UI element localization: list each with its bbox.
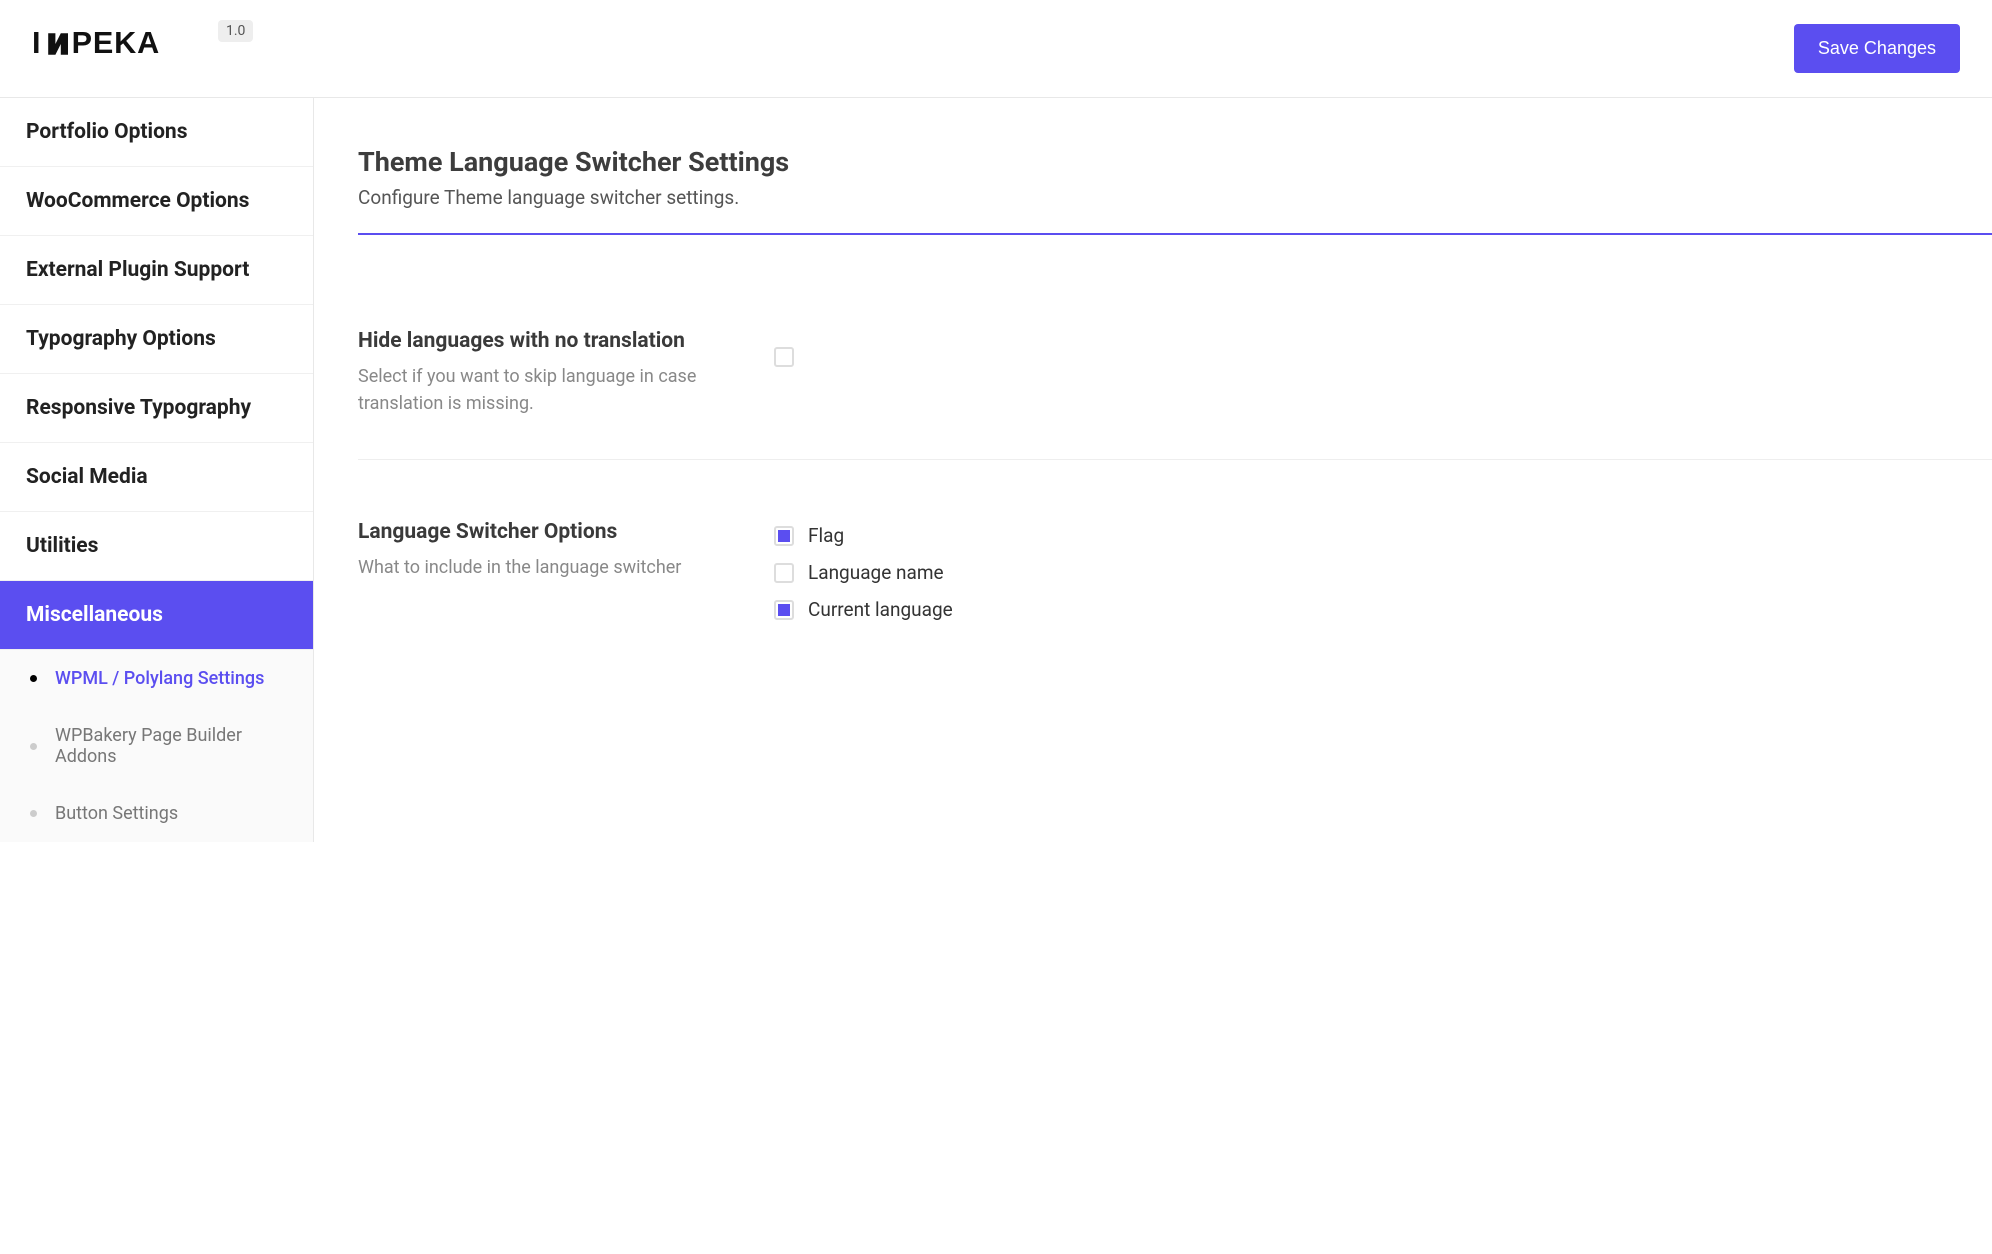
checkbox-row-language-name[interactable]: Language name — [774, 561, 1992, 584]
svg-text:PEKA: PEKA — [72, 26, 161, 60]
setting-left: Language Switcher Options What to includ… — [358, 520, 774, 621]
sidebar-item-woocommerce-options[interactable]: WooCommerce Options — [0, 167, 313, 236]
setting-left: Hide languages with no translation Selec… — [358, 329, 774, 417]
bullet-icon — [30, 743, 37, 750]
sidebar-sub-item-wpbakery[interactable]: WPBakery Page Builder Addons — [0, 707, 313, 785]
setting-label: Language Switcher Options — [358, 520, 734, 544]
sub-item-label: Button Settings — [55, 803, 178, 824]
sidebar-item-responsive-typography[interactable]: Responsive Typography — [0, 374, 313, 443]
sidebar-sub-items: WPML / Polylang Settings WPBakery Page B… — [0, 650, 313, 842]
sidebar-item-social-media[interactable]: Social Media — [0, 443, 313, 512]
checkbox-current-language[interactable] — [774, 600, 794, 620]
setting-right — [774, 329, 1992, 417]
checkbox-row-flag[interactable]: Flag — [774, 524, 1992, 547]
save-changes-button[interactable]: Save Changes — [1794, 24, 1960, 73]
setting-desc: Select if you want to skip language in c… — [358, 363, 734, 417]
checkbox-label: Current language — [808, 598, 953, 621]
checkbox-label: Language name — [808, 561, 944, 584]
checkbox-flag[interactable] — [774, 526, 794, 546]
setting-right: Flag Language name Current language — [774, 520, 1992, 621]
setting-switcher-options: Language Switcher Options What to includ… — [358, 496, 1992, 663]
sidebar: Portfolio Options WooCommerce Options Ex… — [0, 98, 314, 842]
bullet-icon — [30, 675, 37, 682]
logo-wrap: I PEKA 1.0 — [32, 26, 253, 71]
sidebar-item-portfolio-options[interactable]: Portfolio Options — [0, 98, 313, 167]
checkbox-hide-languages[interactable] — [774, 347, 794, 367]
sub-item-label: WPML / Polylang Settings — [55, 668, 264, 689]
checkbox-group: Flag Language name Current language — [774, 524, 1992, 621]
sidebar-sub-item-wpml-polylang[interactable]: WPML / Polylang Settings — [0, 650, 313, 707]
sidebar-item-typography-options[interactable]: Typography Options — [0, 305, 313, 374]
content: Theme Language Switcher Settings Configu… — [314, 98, 1992, 842]
checkbox-label: Flag — [808, 524, 844, 547]
svg-text:I: I — [32, 26, 41, 60]
page-title: Theme Language Switcher Settings — [358, 146, 1992, 178]
sub-item-label: WPBakery Page Builder Addons — [55, 725, 287, 767]
layout: Portfolio Options WooCommerce Options Ex… — [0, 98, 1992, 842]
page-subtitle: Configure Theme language switcher settin… — [358, 186, 1992, 209]
setting-label: Hide languages with no translation — [358, 329, 734, 353]
header: I PEKA 1.0 Save Changes — [0, 0, 1992, 98]
sidebar-item-external-plugin-support[interactable]: External Plugin Support — [0, 236, 313, 305]
checkbox-row-current-language[interactable]: Current language — [774, 598, 1992, 621]
setting-desc: What to include in the language switcher — [358, 554, 734, 581]
setting-hide-languages: Hide languages with no translation Selec… — [358, 305, 1992, 460]
bullet-icon — [30, 810, 37, 817]
sidebar-item-miscellaneous[interactable]: Miscellaneous — [0, 581, 313, 650]
sidebar-item-utilities[interactable]: Utilities — [0, 512, 313, 581]
sidebar-sub-item-button-settings[interactable]: Button Settings — [0, 785, 313, 842]
title-underline — [358, 233, 1992, 235]
checkbox-language-name[interactable] — [774, 563, 794, 583]
logo: I PEKA — [32, 26, 212, 71]
version-badge: 1.0 — [218, 20, 253, 42]
